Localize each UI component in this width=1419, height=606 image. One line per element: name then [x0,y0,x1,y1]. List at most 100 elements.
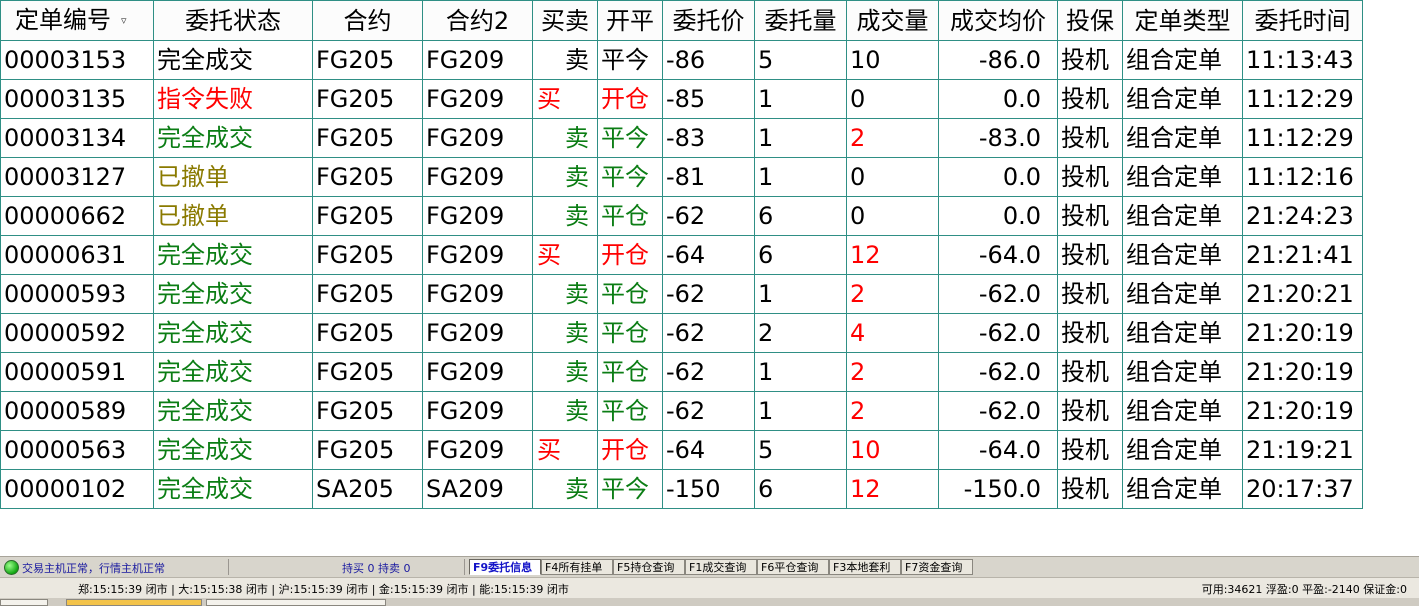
cell-traded: 4 [846,313,939,353]
cell-side: 卖 [532,391,598,431]
cell-order-type: 组合定单 [1122,313,1243,353]
cell-price: -64 [662,430,755,470]
cell-price: -150 [662,469,755,509]
bottom-tab[interactable]: F1成交查询 [685,559,757,575]
cell-offset: 开仓 [597,430,663,470]
cell-traded: 2 [846,352,939,392]
cell-order-id: 00003127 [0,157,154,197]
col-qty-header[interactable]: 委托量 [754,0,847,41]
col-order-id-header[interactable]: 定单编号 ▿ [0,0,154,41]
cell-avg-price: 0.0 [938,79,1058,119]
cell-traded: 0 [846,157,939,197]
col-avg-price-header[interactable]: 成交均价 [938,0,1058,41]
cell-contract: FG205 [312,79,423,119]
col-contract2-header[interactable]: 合约2 [422,0,533,41]
table-header: 定单编号 ▿ 委托状态 合约 合约2 买卖 开平 委托价 委托量 成交量 成交均价 投保 定单类型 委托时… [0,0,1363,41]
col-traded-header[interactable]: 成交量 [846,0,939,41]
col-contract-header[interactable]: 合约 [312,0,423,41]
bottom-tab[interactable]: F5持仓查询 [613,559,685,575]
col-offset-header[interactable]: 开平 [597,0,663,41]
taskbar-item-active[interactable] [66,599,202,606]
column-header-label: 委托状态 [185,6,281,35]
cell-side: 卖 [532,352,598,392]
cell-hedge: 投机 [1057,235,1123,275]
cell-qty: 5 [754,40,847,80]
table-row[interactable]: 00003153 完全成交 FG205 FG209 卖平今 -86 5 10 -86.0 投机 组合… [0,40,1363,80]
cell-contract2: FG209 [422,196,533,236]
bottom-tab[interactable]: F9委托信息 [469,559,541,575]
bottom-tab[interactable]: F4所有挂单 [541,559,613,575]
table-row[interactable]: 00000592 完全成交 FG205 FG209 卖平仓 -62 2 4 -62.0 投机 组合定… [0,313,1363,353]
table-row[interactable]: 00000631 完全成交 FG205 FG209 买开仓 -64 6 12 -64.0 投机 组合… [0,235,1363,275]
column-header-label: 委托量 [764,6,837,35]
table-row[interactable]: 00003127 已撤单 FG205 FG209 卖平今 -81 1 0 0.0 投机 组合定单 11… [0,157,1363,197]
cell-price: -83 [662,118,755,158]
cell-order-id: 00000662 [0,196,154,236]
cell-order-id: 00003135 [0,79,154,119]
status-green-light-icon [4,560,19,575]
cell-order-type: 组合定单 [1122,430,1243,470]
column-header-label: 委托时间 [1254,6,1351,35]
cell-offset: 开仓 [597,79,663,119]
cell-offset: 开仓 [597,235,663,275]
cell-time: 21:21:41 [1242,235,1363,275]
cell-qty: 1 [754,157,847,197]
bottom-tab[interactable]: F6平仓查询 [757,559,829,575]
cell-qty: 6 [754,235,847,275]
cell-order-type: 组合定单 [1122,352,1243,392]
cell-avg-price: -86.0 [938,40,1058,80]
col-price-header[interactable]: 委托价 [662,0,755,41]
taskbar-item[interactable] [206,599,386,606]
cell-qty: 5 [754,430,847,470]
cell-side: 买 [532,235,598,275]
cell-traded: 2 [846,274,939,314]
cell-contract2: FG209 [422,274,533,314]
cell-order-id: 00000592 [0,313,154,353]
bottom-tab[interactable]: F3本地套利 [829,559,901,575]
cell-avg-price: -62.0 [938,391,1058,431]
cell-avg-price: 0.0 [938,196,1058,236]
account-summary: 可用:34621 浮盈:0 平盈:-2140 保证金:0 [1201,583,1407,596]
cell-order-type: 组合定单 [1122,469,1243,509]
cell-hedge: 投机 [1057,430,1123,470]
table-row[interactable]: 00000589 完全成交 FG205 FG209 卖平仓 -62 1 2 -62.0 投机 组合定… [0,391,1363,431]
taskbar-strip [0,598,1419,606]
cell-contract: FG205 [312,157,423,197]
status-bar: 交易主机正常，行情主机正常 持买 0 持卖 0 F9委托信息 F4所有挂单 F5持仓… [0,556,1419,577]
table-row[interactable]: 00000593 完全成交 FG205 FG209 卖平仓 -62 1 2 -62.0 投机 组合定… [0,274,1363,314]
cell-contract: FG205 [312,313,423,353]
column-header-label: 买卖 [541,6,589,35]
bottom-tab[interactable]: F7资金查询 [901,559,973,575]
cell-contract: FG205 [312,274,423,314]
cell-traded: 0 [846,79,939,119]
cell-side: 卖 [532,196,598,236]
order-table[interactable]: 定单编号 ▿ 委托状态 合约 合约2 买卖 开平 委托价 委托量 成交量 成交均价 投保 定单类型 委托时… [0,0,1363,509]
table-row[interactable]: 00003134 完全成交 FG205 FG209 卖平今 -83 1 2 -83.0 投机 组合定… [0,118,1363,158]
col-hedge-header[interactable]: 投保 [1057,0,1123,41]
table-body: 00003153 完全成交 FG205 FG209 卖平今 -86 5 10 -86.0 投机 组合… [0,40,1363,509]
col-status-header[interactable]: 委托状态 [153,0,313,41]
cell-side: 买 [532,430,598,470]
table-row[interactable]: 00003135 指令失败 FG205 FG209 买开仓 -85 1 0 0.0 投机 组合定单 1… [0,79,1363,119]
col-order-type-header[interactable]: 定单类型 [1122,0,1243,41]
table-row[interactable]: 00000563 完全成交 FG205 FG209 买开仓 -64 5 10 -64.0 投机 组合… [0,430,1363,470]
cell-offset: 平仓 [597,352,663,392]
taskbar-item[interactable] [0,599,48,606]
table-row[interactable]: 00000662 已撤单 FG205 FG209 卖平仓 -62 6 0 0.0 投机 组合定单 21… [0,196,1363,236]
cell-time: 11:13:43 [1242,40,1363,80]
connection-status-text: 交易主机正常，行情主机正常 [22,562,165,575]
cell-price: -64 [662,235,755,275]
cell-status: 已撤单 [153,196,313,236]
col-time-header[interactable]: 委托时间 [1242,0,1363,41]
table-row[interactable]: 00000591 完全成交 FG205 FG209 卖平仓 -62 1 2 -62.0 投机 组合定… [0,352,1363,392]
cell-time: 11:12:16 [1242,157,1363,197]
cell-contract: FG205 [312,235,423,275]
table-row[interactable]: 00000102 完全成交 SA205 SA209 卖平今 -150 6 12 -150.0 投机… [0,469,1363,509]
cell-status: 完全成交 [153,391,313,431]
col-side-header[interactable]: 买卖 [532,0,598,41]
cell-offset: 平今 [597,157,663,197]
cell-qty: 1 [754,352,847,392]
status-divider [464,559,465,575]
cell-contract2: FG209 [422,430,533,470]
cell-traded: 2 [846,391,939,431]
